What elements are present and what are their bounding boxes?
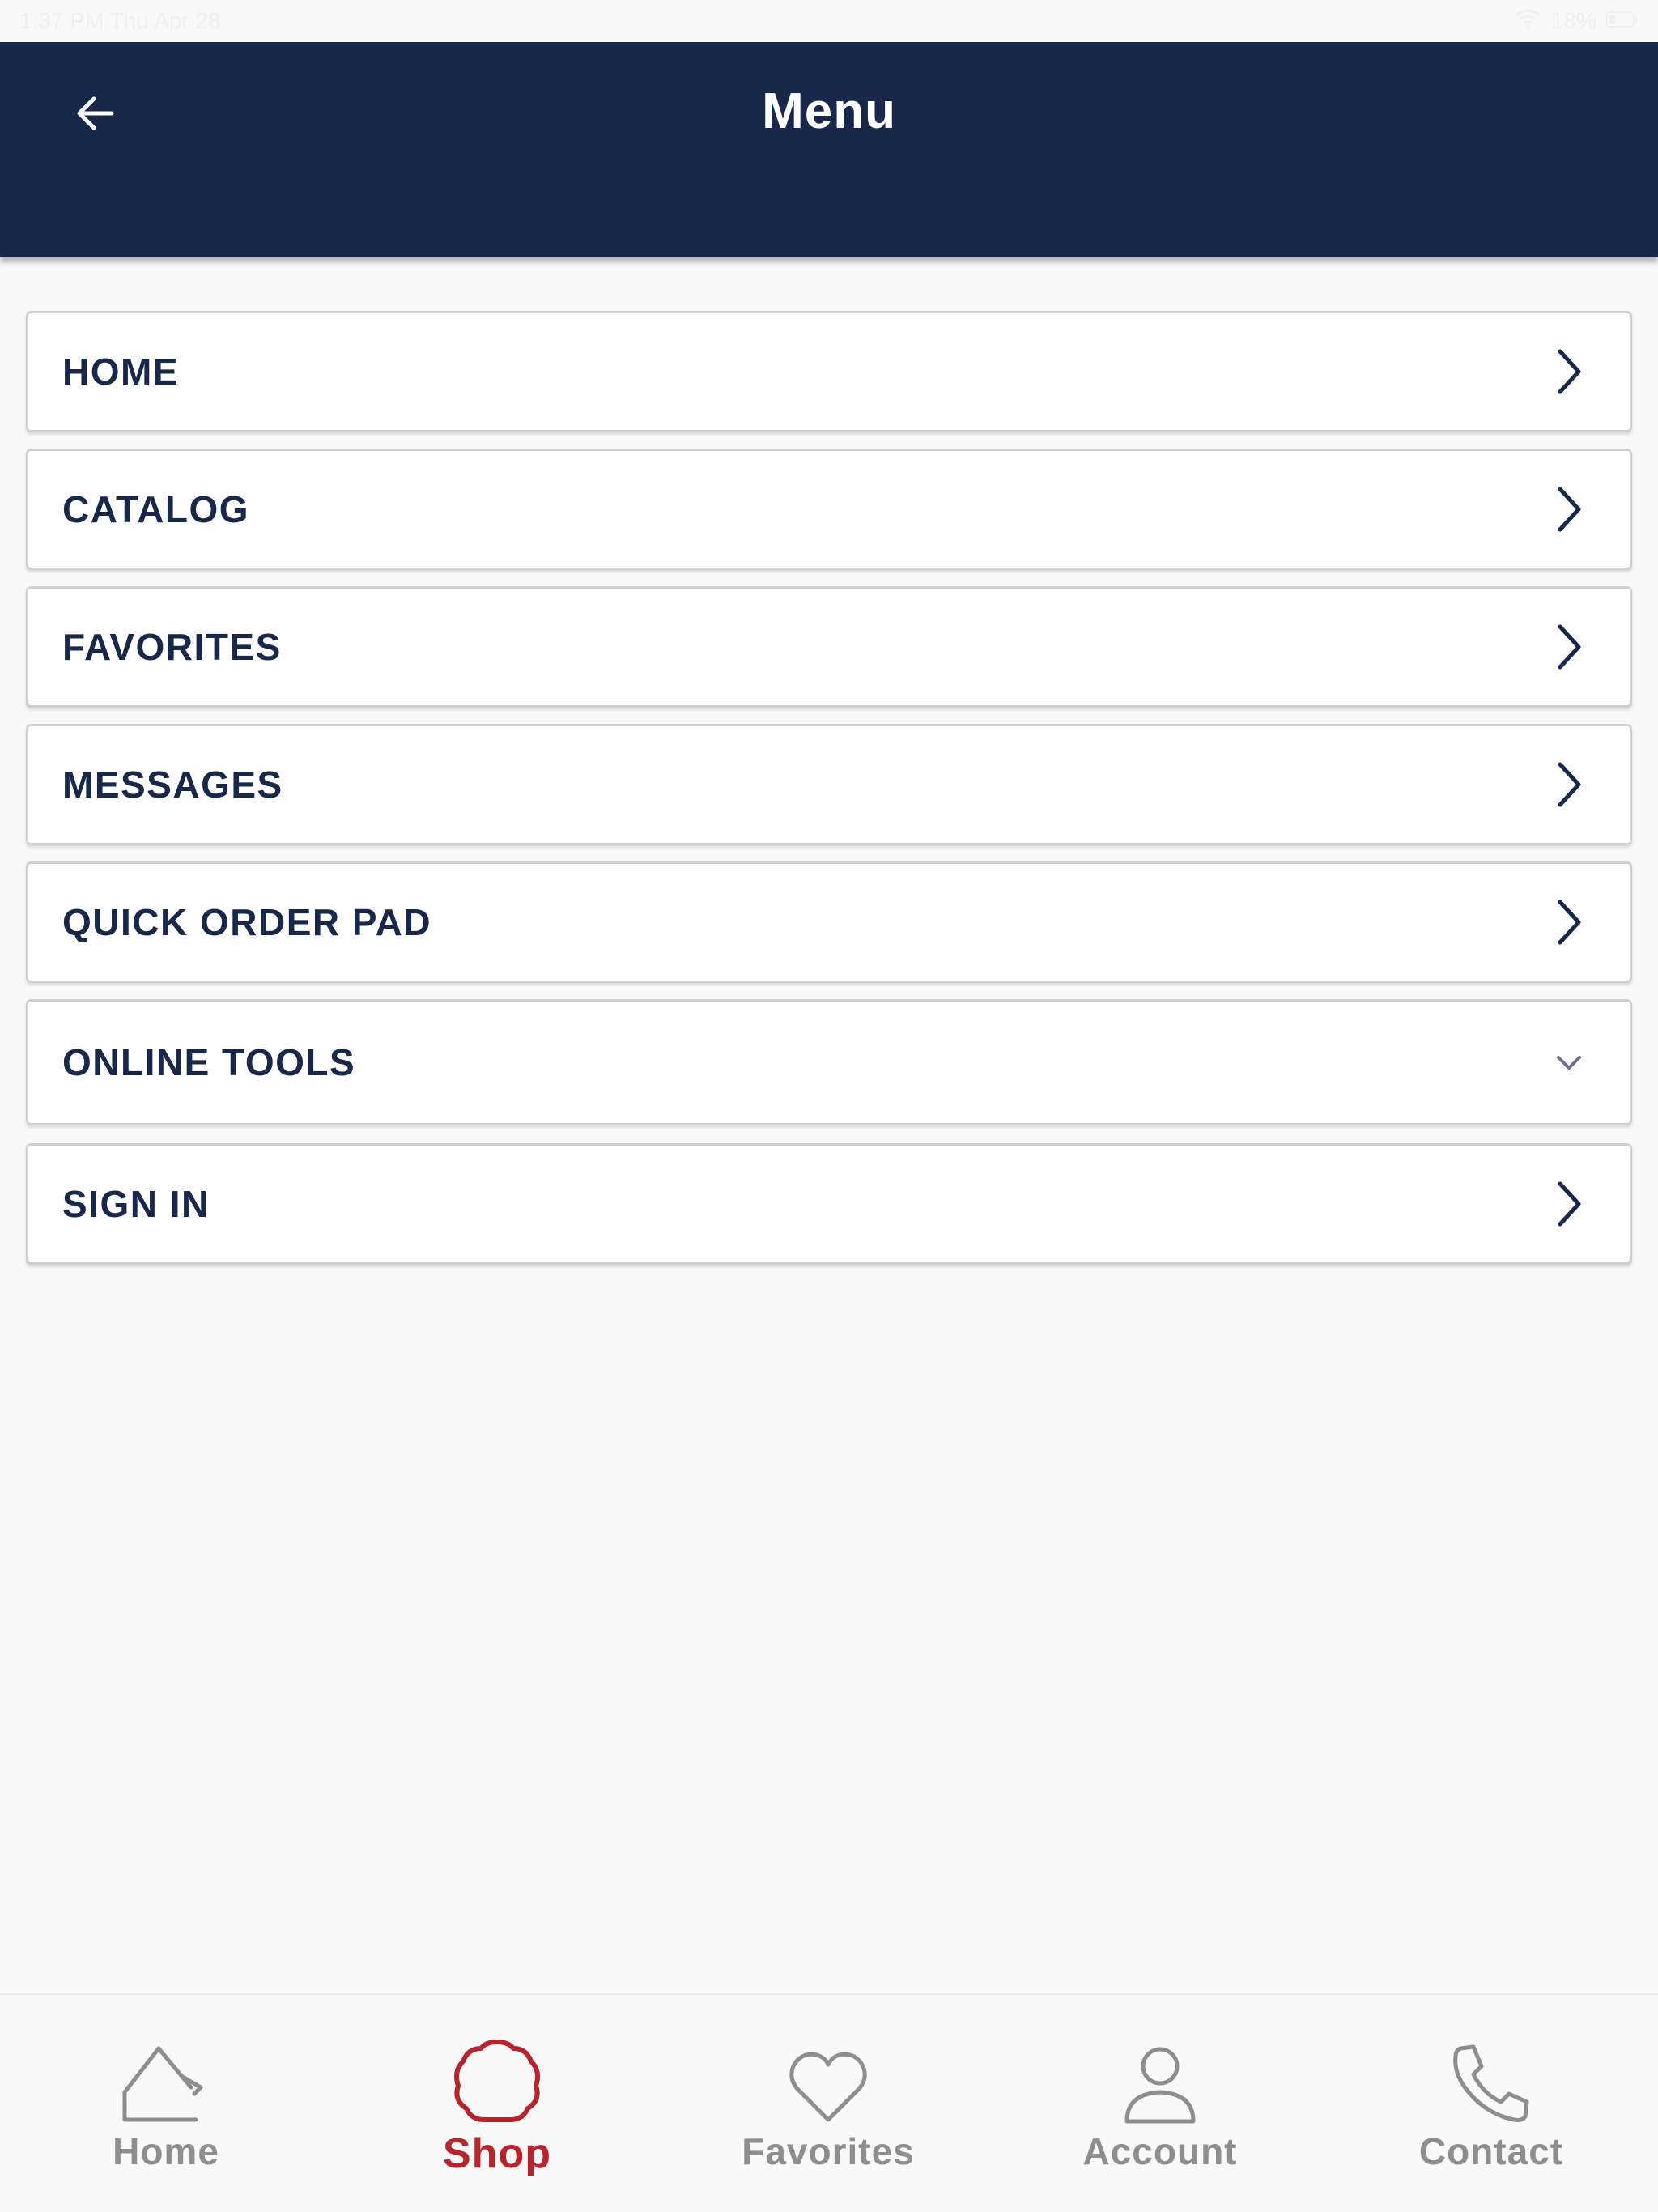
page-title: Menu [762, 83, 896, 139]
tab-label: Favorites [742, 2130, 915, 2172]
chevron-right-icon [1550, 621, 1588, 673]
menu-item-home[interactable]: HOME [26, 311, 1632, 432]
home-icon [121, 2035, 210, 2125]
menu-item-label: QUICK ORDER PAD [62, 901, 432, 943]
menu-item-catalog[interactable]: CATALOG [26, 449, 1632, 570]
menu-item-online-tools[interactable]: ONLINE TOOLS [26, 999, 1632, 1125]
shop-icon [452, 2035, 542, 2125]
battery-percent: 18% [1550, 8, 1596, 33]
phone-icon [1451, 2035, 1532, 2125]
menu-item-label: ONLINE TOOLS [62, 1041, 356, 1083]
bottom-tab-bar: Home Shop Favorites Account Contact [0, 1993, 1658, 2212]
wifi-icon [1514, 8, 1541, 35]
tab-account[interactable]: Account [1039, 1995, 1282, 2212]
menu-item-label: SIGN IN [62, 1183, 210, 1225]
menu-item-messages[interactable]: MESSAGES [26, 724, 1632, 845]
menu-list: HOME CATALOG FAVORITES MESSAGES QUICK OR… [26, 311, 1632, 1281]
status-bar: 1:37 PM Thu Apr 28 18% [0, 0, 1658, 42]
tab-home[interactable]: Home [45, 1995, 287, 2212]
tab-label: Account [1082, 2130, 1238, 2172]
battery-icon [1606, 8, 1639, 34]
tab-contact[interactable]: Contact [1370, 1995, 1613, 2212]
menu-item-quick-order-pad[interactable]: QUICK ORDER PAD [26, 861, 1632, 983]
menu-item-label: MESSAGES [62, 764, 283, 806]
tab-label: Contact [1418, 2130, 1564, 2172]
menu-item-favorites[interactable]: FAVORITES [26, 586, 1632, 708]
menu-item-label: CATALOG [62, 488, 250, 530]
menu-item-label: FAVORITES [62, 626, 282, 668]
person-icon [1122, 2035, 1198, 2125]
status-time-date: 1:37 PM Thu Apr 28 [19, 8, 221, 33]
menu-item-sign-in[interactable]: SIGN IN [26, 1143, 1632, 1265]
chevron-right-icon [1550, 896, 1588, 948]
chevron-right-icon [1550, 1178, 1588, 1230]
menu-item-label: HOME [62, 351, 179, 393]
chevron-right-icon [1550, 483, 1588, 535]
heart-icon [788, 2035, 869, 2125]
tab-label: Home [113, 2130, 219, 2172]
tab-favorites[interactable]: Favorites [707, 1995, 950, 2212]
chevron-down-icon [1550, 1036, 1588, 1088]
chevron-right-icon [1550, 346, 1588, 398]
status-right: 18% [1514, 8, 1639, 35]
tab-label: Shop [443, 2130, 551, 2177]
chevron-right-icon [1550, 759, 1588, 810]
tab-shop[interactable]: Shop [376, 1995, 619, 2212]
menu-screen: 1:37 PM Thu Apr 28 18% Menu HOME CATALOG… [0, 0, 1658, 2212]
app-header: Menu [0, 42, 1658, 257]
